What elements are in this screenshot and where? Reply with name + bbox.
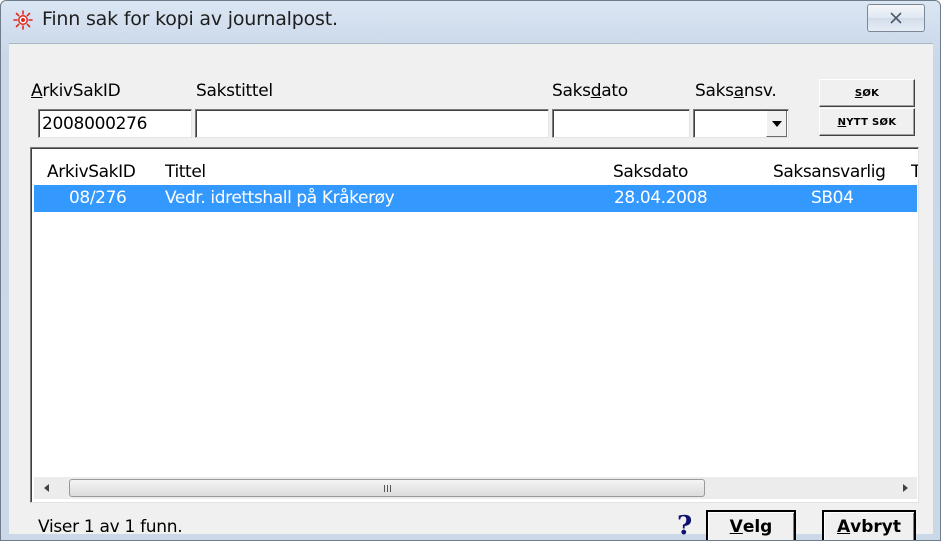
dropdown-arrow-icon xyxy=(771,120,782,127)
column-header-tittel[interactable]: Tittel xyxy=(165,162,206,182)
saksansv-combobox[interactable] xyxy=(693,109,789,138)
close-icon xyxy=(890,12,902,24)
dialog-client-area: ArkivSakID Sakstittel Saksdato Saksansv.… xyxy=(9,43,933,540)
close-button[interactable] xyxy=(867,4,925,32)
horizontal-scrollbar[interactable] xyxy=(34,477,917,499)
arrow-left-icon xyxy=(43,484,49,492)
column-header-saksdato[interactable]: Saksdato xyxy=(613,162,688,182)
saksansv-label: Saksansv. xyxy=(695,81,777,101)
cell-arkivsakid: 08/276 xyxy=(69,188,127,208)
column-header-arkivsakid[interactable]: ArkivSakID xyxy=(47,162,136,182)
scroll-right-button[interactable] xyxy=(895,477,915,499)
saksdato-label: Saksdato xyxy=(552,81,628,101)
avbryt-button[interactable]: Avbryt xyxy=(822,510,916,540)
nytt-sok-button[interactable]: N YTT SØK xyxy=(819,108,915,136)
velg-button[interactable]: Velg xyxy=(706,510,796,540)
column-header-saksansvarlig[interactable]: Saksansvarlig xyxy=(773,162,886,182)
dialog-window: Finn sak for kopi av journalpost. ArkivS… xyxy=(0,0,941,541)
results-list[interactable]: ArkivSakID Tittel Saksdato Saksansvarlig… xyxy=(30,147,919,503)
arrow-right-icon xyxy=(902,484,908,492)
grip-icon xyxy=(383,484,391,492)
help-icon[interactable]: ? xyxy=(677,511,692,540)
cell-tittel: Vedr. idrettshall på Kråkerøy xyxy=(165,188,395,208)
column-header-t[interactable]: T xyxy=(911,162,918,182)
sakstittel-input[interactable] xyxy=(195,109,549,138)
cell-saksdato: 28.04.2008 xyxy=(614,188,708,208)
app-icon xyxy=(13,10,33,30)
arkivsakid-label: ArkivSakID xyxy=(31,81,121,101)
saksdato-input[interactable] xyxy=(552,109,690,138)
scroll-thumb[interactable] xyxy=(69,479,705,497)
saksansv-dropdown-button[interactable] xyxy=(766,111,787,137)
sok-button[interactable]: S ØK xyxy=(819,79,915,107)
scroll-left-button[interactable] xyxy=(36,477,56,499)
cell-saksansvarlig: SB04 xyxy=(811,188,854,208)
table-row[interactable]: 08/276 Vedr. idrettshall på Kråkerøy 28.… xyxy=(34,185,917,212)
window-title: Finn sak for kopi av journalpost. xyxy=(42,8,338,30)
title-bar[interactable]: Finn sak for kopi av journalpost. xyxy=(1,1,940,37)
arkivsakid-input[interactable]: 2008000276 xyxy=(38,109,192,138)
sakstittel-label: Sakstittel xyxy=(196,81,273,101)
status-text: Viser 1 av 1 funn. xyxy=(38,517,183,537)
